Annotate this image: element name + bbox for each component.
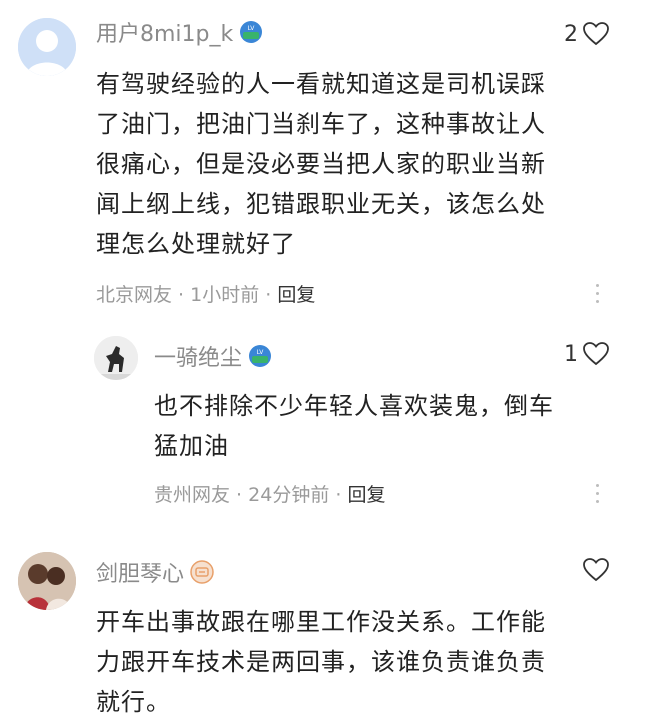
comment-text: 有驾驶经验的人一看就知道这是司机误踩 了油门，把油门当刹车了，这种事故让人 很痛… <box>96 64 616 264</box>
avatar[interactable] <box>94 336 138 380</box>
location-text: 北京网友 <box>96 284 173 306</box>
like-count: 1 <box>564 341 578 367</box>
separator: · <box>259 284 278 306</box>
reply-text: 也不排除不少年轻人喜欢装鬼，倒车 猛加油 <box>154 386 594 466</box>
comment-username[interactable]: 剑胆琴心 <box>96 556 214 588</box>
photo-avatar-icon <box>18 552 76 610</box>
more-options-icon[interactable] <box>594 484 600 508</box>
level-badge-icon: LV <box>240 21 263 43</box>
text-line: 就行。 <box>96 688 171 716</box>
text-line: 理怎么处理就好了 <box>96 230 296 258</box>
comment-meta: 北京网友 · 1小时前 · 回复 <box>96 280 315 307</box>
text-line: 了油门，把油门当刹车了，这种事故让人 <box>96 110 546 138</box>
svg-text:LV: LV <box>248 25 256 32</box>
like-button[interactable]: 1 <box>564 340 610 368</box>
username-text[interactable]: 剑胆琴心 <box>96 556 184 588</box>
separator: · <box>172 284 191 306</box>
avatar[interactable] <box>18 18 76 76</box>
text-line: 闻上纲上线，犯错跟职业无关，该怎么处 <box>96 190 546 218</box>
default-avatar-icon <box>18 18 76 76</box>
text-line: 也不排除不少年轻人喜欢装鬼，倒车 <box>154 392 554 420</box>
text-line: 力跟开车技术是两回事，该谁负责谁负责 <box>96 648 546 676</box>
location-text: 贵州网友 <box>154 484 231 506</box>
avatar[interactable] <box>18 552 76 610</box>
reply-meta: 贵州网友 · 24分钟前 · 回复 <box>154 480 385 507</box>
heart-icon <box>583 342 609 366</box>
time-text: 1小时前 <box>190 284 260 306</box>
text-line: 猛加油 <box>154 432 229 460</box>
text-line: 有驾驶经验的人一看就知道这是司机误踩 <box>96 70 546 98</box>
reply-username[interactable]: 一骑绝尘 LV <box>154 340 272 372</box>
more-options-icon[interactable] <box>594 284 600 308</box>
text-line: 开车出事故跟在哪里工作没关系。工作能 <box>96 608 546 636</box>
username-text[interactable]: 一骑绝尘 <box>154 340 242 372</box>
username-text[interactable]: 用户8mi1p_k <box>96 16 233 48</box>
heart-icon <box>583 558 609 582</box>
level-badge-icon: LV <box>249 345 272 367</box>
like-button[interactable] <box>578 556 610 584</box>
time-text: 24分钟前 <box>248 484 330 506</box>
orange-badge-icon <box>190 560 214 584</box>
heart-icon <box>583 22 609 46</box>
separator: · <box>230 484 249 506</box>
like-button[interactable]: 2 <box>564 20 610 48</box>
reply-button[interactable]: 回复 <box>277 284 315 306</box>
svg-text:LV: LV <box>257 349 265 356</box>
reply-button[interactable]: 回复 <box>347 484 385 506</box>
text-line: 很痛心，但是没必要当把人家的职业当新 <box>96 150 546 178</box>
comment-username[interactable]: 用户8mi1p_k LV <box>96 16 263 48</box>
like-count: 2 <box>564 21 578 47</box>
separator: · <box>329 484 348 506</box>
horse-rider-avatar-icon <box>94 336 138 380</box>
comment-text: 开车出事故跟在哪里工作没关系。工作能 力跟开车技术是两回事，该谁负责谁负责 就行… <box>96 602 616 722</box>
